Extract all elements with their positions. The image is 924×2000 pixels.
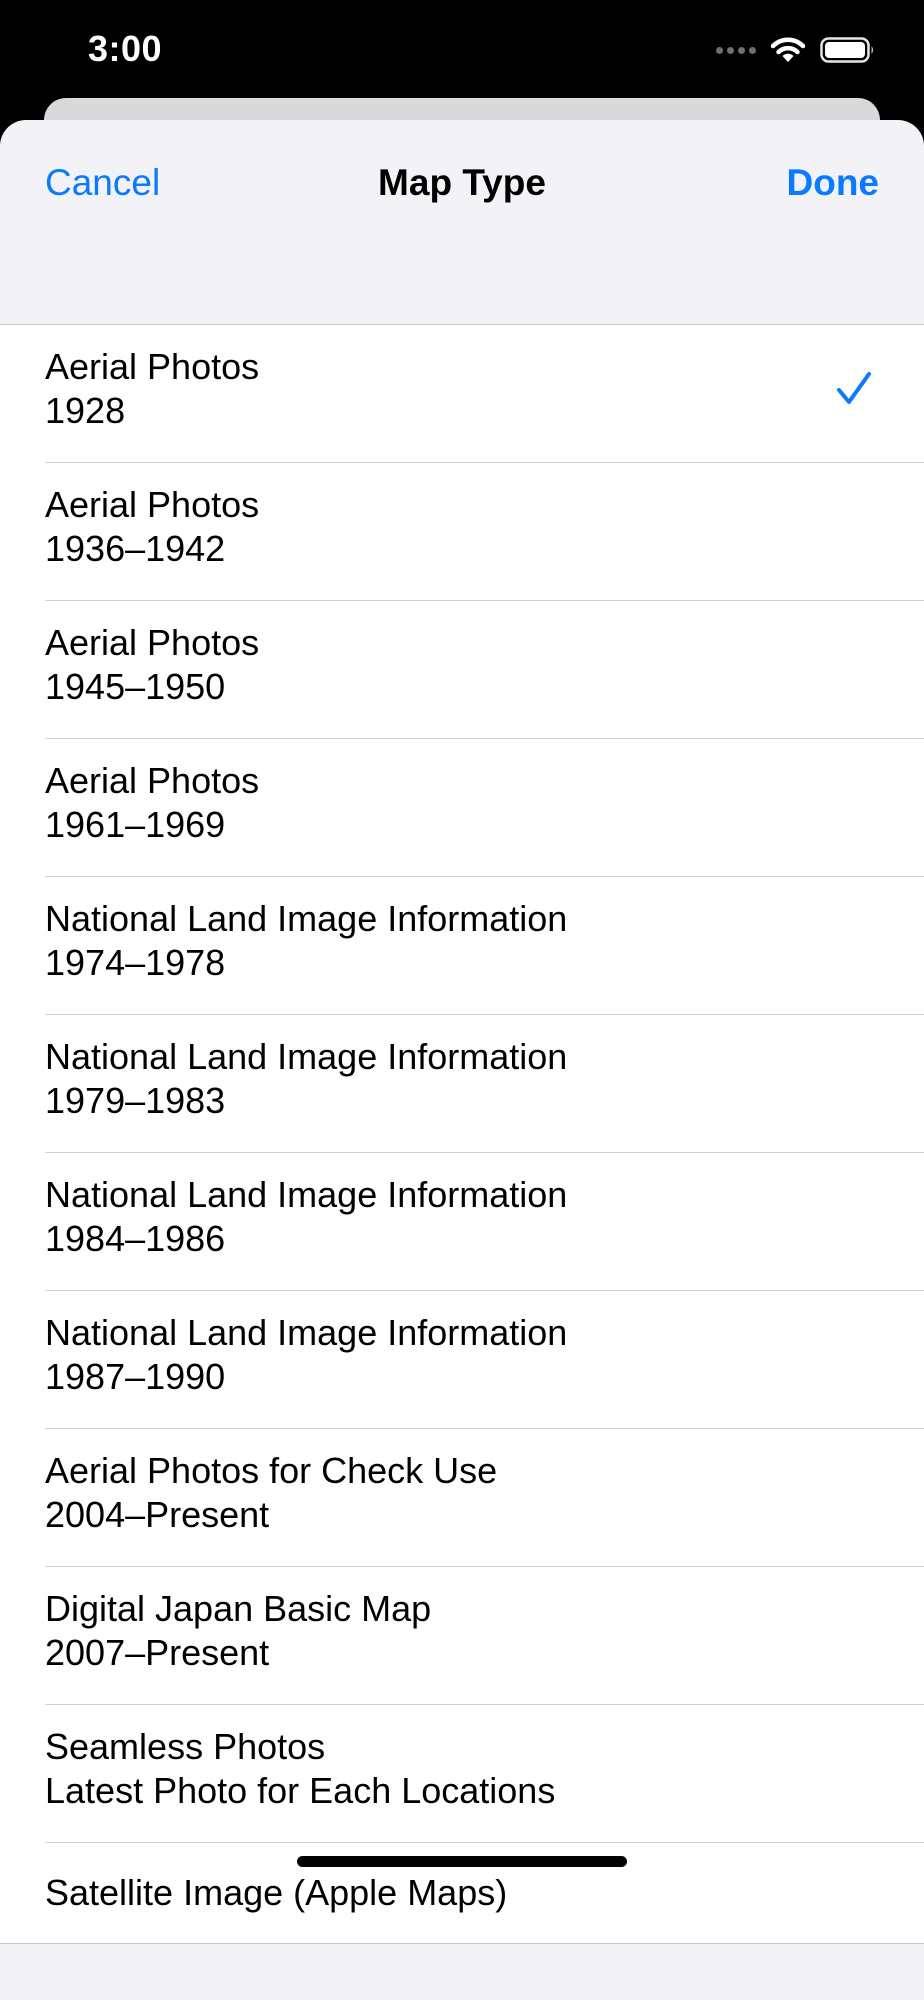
item-title: Aerial Photos for Check Use	[45, 1450, 498, 1491]
map-type-sheet: Cancel Map Type Done Aerial Photos 1928 …	[0, 120, 924, 2000]
item-title: National Land Image Information	[45, 1036, 568, 1077]
list-item[interactable]: National Land Image Information 1974–197…	[0, 877, 924, 1015]
item-title: Digital Japan Basic Map	[45, 1588, 432, 1629]
navigation-bar: Cancel Map Type Done	[0, 120, 924, 324]
page-title: Map Type	[378, 162, 546, 203]
list-item[interactable]: Aerial Photos 1936–1942	[0, 463, 924, 601]
item-title: Aerial Photos	[45, 622, 260, 663]
item-subtitle: 1987–1990	[45, 1356, 226, 1397]
item-subtitle: 1961–1969	[45, 804, 226, 845]
checkmark-icon	[837, 372, 871, 404]
cellular-signal-icon	[716, 46, 756, 54]
item-title: Satellite Image (Apple Maps)	[45, 1872, 508, 1913]
item-title: Aerial Photos	[45, 484, 260, 525]
status-time: 3:00	[88, 28, 163, 69]
list-item[interactable]: Aerial Photos 1945–1950	[0, 601, 924, 739]
list-item[interactable]: Aerial Photos for Check Use 2004–Present	[0, 1429, 924, 1567]
item-title: National Land Image Information	[45, 898, 568, 939]
item-title: Aerial Photos	[45, 760, 260, 801]
list-item[interactable]: National Land Image Information 1984–198…	[0, 1153, 924, 1291]
item-subtitle: Latest Photo for Each Locations	[45, 1770, 556, 1811]
item-subtitle: 1928	[45, 390, 126, 431]
list-item[interactable]: National Land Image Information 1987–199…	[0, 1291, 924, 1429]
item-subtitle: 2007–Present	[45, 1632, 270, 1673]
wifi-icon	[770, 37, 806, 62]
home-indicator	[297, 1856, 627, 1867]
item-title: Seamless Photos	[45, 1726, 326, 1767]
list-item[interactable]: Digital Japan Basic Map 2007–Present	[0, 1567, 924, 1705]
list-item[interactable]: Seamless Photos Latest Photo for Each Lo…	[0, 1705, 924, 1843]
status-bar: 3:00	[0, 0, 924, 100]
done-button[interactable]: Done	[787, 162, 880, 204]
item-title: Aerial Photos	[45, 346, 260, 387]
status-icons	[716, 32, 876, 68]
item-title: National Land Image Information	[45, 1312, 568, 1353]
item-subtitle: 1936–1942	[45, 528, 226, 569]
battery-icon	[820, 37, 874, 63]
map-type-list: Aerial Photos 1928 Aerial Photos 1936–19…	[0, 324, 924, 1944]
list-item[interactable]: National Land Image Information 1979–198…	[0, 1015, 924, 1153]
item-subtitle: 1979–1983	[45, 1080, 226, 1121]
item-title: National Land Image Information	[45, 1174, 568, 1215]
item-subtitle: 2004–Present	[45, 1494, 270, 1535]
list-item[interactable]: Aerial Photos 1961–1969	[0, 739, 924, 877]
item-subtitle: 1974–1978	[45, 942, 226, 983]
item-subtitle: 1945–1950	[45, 666, 226, 707]
list-item[interactable]: Aerial Photos 1928	[0, 325, 924, 463]
item-subtitle: 1984–1986	[45, 1218, 226, 1259]
